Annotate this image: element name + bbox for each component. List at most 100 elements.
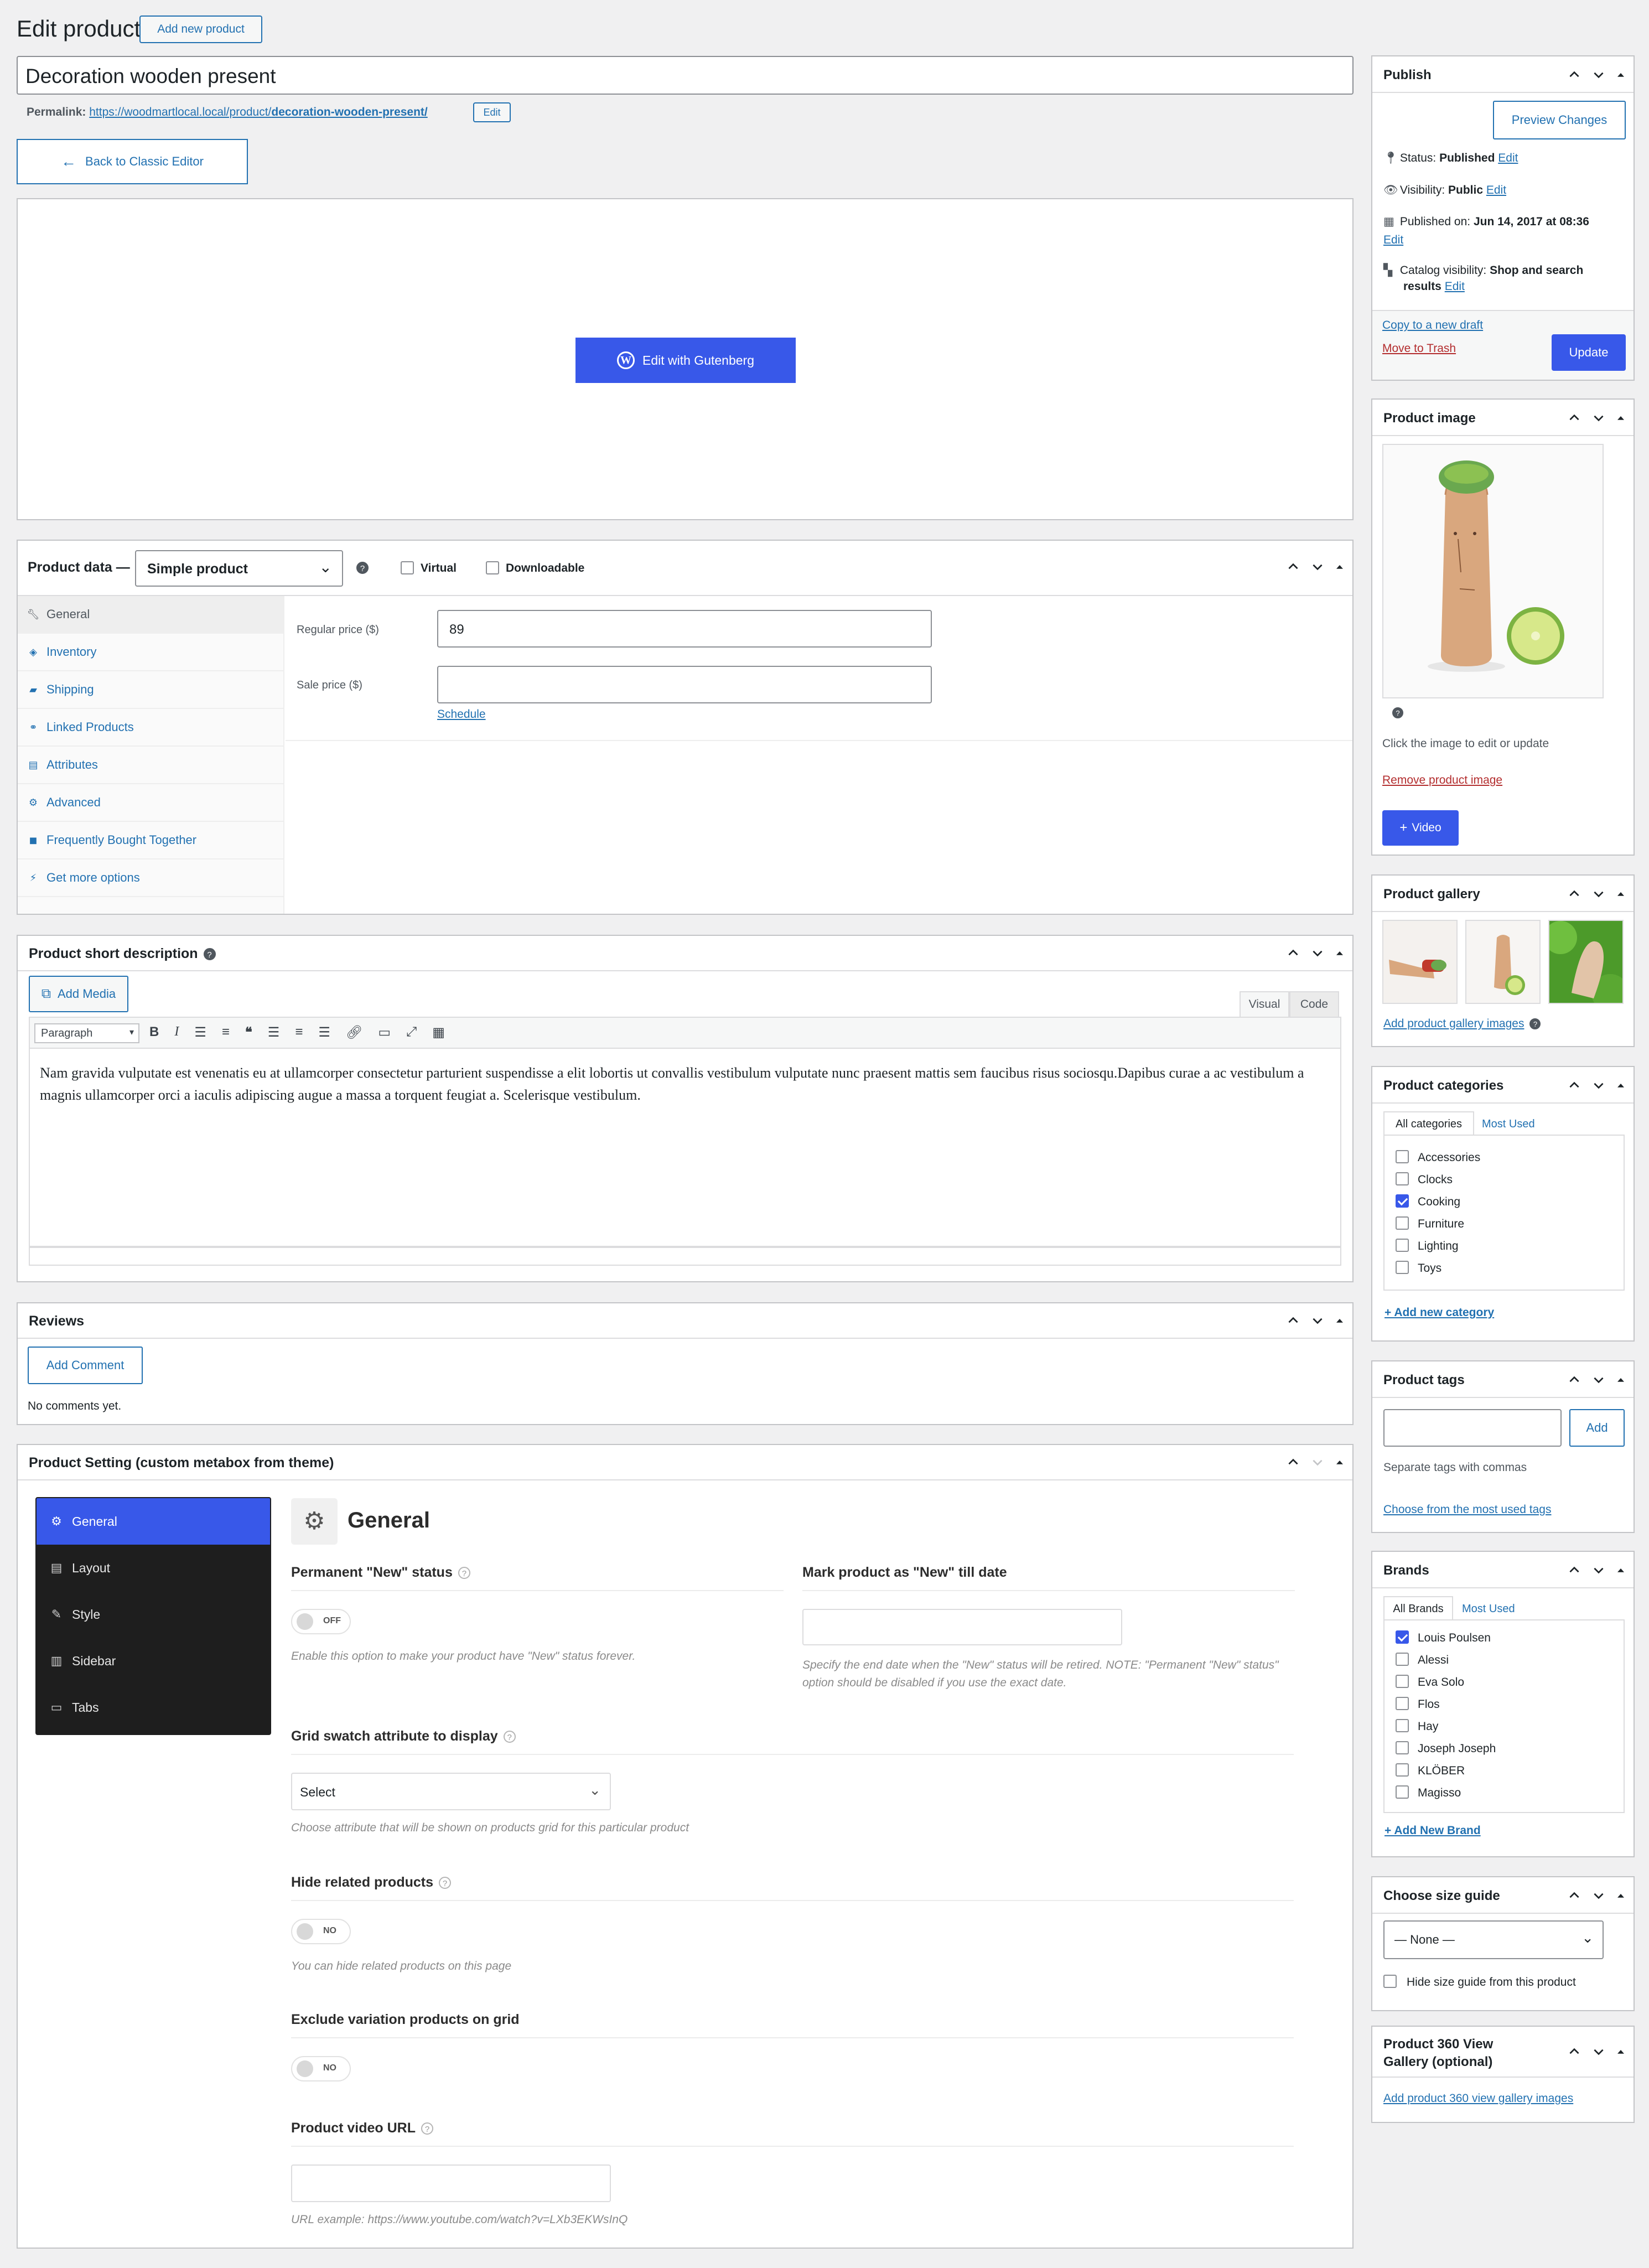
quote-icon[interactable]: ❝ bbox=[245, 1024, 252, 1040]
exclude-variation-toggle[interactable]: NO bbox=[291, 2056, 351, 2081]
back-to-classic-editor-button[interactable]: ← Back to Classic Editor bbox=[17, 139, 248, 184]
tab-all-categories[interactable]: All categories bbox=[1383, 1111, 1474, 1136]
help-icon[interactable]: ? bbox=[421, 2122, 434, 2135]
category-checkbox-clocks[interactable] bbox=[1396, 1172, 1409, 1185]
chevron-down-icon[interactable] bbox=[1310, 946, 1325, 960]
collapse-toggle-icon[interactable] bbox=[1335, 1457, 1345, 1467]
brand-checkbox-hay[interactable] bbox=[1396, 1719, 1409, 1732]
tab-visual[interactable]: Visual bbox=[1240, 991, 1289, 1017]
remove-image-link[interactable]: Remove product image bbox=[1382, 774, 1502, 787]
product-type-select[interactable]: Simple product ⌄ bbox=[135, 550, 343, 587]
numbered-list-icon[interactable]: ≡ bbox=[222, 1024, 230, 1040]
chevron-up-icon[interactable] bbox=[1567, 411, 1581, 425]
copy-to-draft-link[interactable]: Copy to a new draft bbox=[1382, 319, 1483, 332]
chevron-up-icon[interactable] bbox=[1567, 1888, 1581, 1903]
help-icon[interactable]: ? bbox=[1529, 1018, 1541, 1030]
chevron-down-icon[interactable] bbox=[1591, 68, 1606, 82]
update-button[interactable]: Update bbox=[1552, 334, 1626, 371]
chevron-up-icon[interactable] bbox=[1567, 2044, 1581, 2059]
tab-shipping[interactable]: ▰ Shipping bbox=[18, 671, 284, 709]
edit-with-gutenberg-button[interactable]: W Edit with Gutenberg bbox=[575, 338, 796, 383]
help-icon[interactable]: ? bbox=[1392, 707, 1403, 718]
collapse-toggle-icon[interactable] bbox=[1616, 1891, 1626, 1901]
category-checkbox-accessories[interactable] bbox=[1396, 1150, 1409, 1163]
visibility-edit-link[interactable]: Edit bbox=[1486, 184, 1506, 196]
help-icon[interactable]: ? bbox=[458, 1567, 470, 1580]
product-image[interactable] bbox=[1382, 444, 1604, 698]
hide-size-guide-checkbox[interactable] bbox=[1383, 1975, 1397, 1988]
chevron-up-icon[interactable] bbox=[1567, 68, 1581, 82]
tab-linked-products[interactable]: ⚭ Linked Products bbox=[18, 709, 284, 747]
help-icon[interactable]: ? bbox=[439, 1877, 451, 1889]
settings-nav-style[interactable]: ✎ Style bbox=[37, 1591, 270, 1638]
help-icon[interactable]: ? bbox=[356, 562, 369, 574]
tab-general[interactable]: 🔧︎ General bbox=[18, 596, 284, 634]
chevron-down-icon[interactable] bbox=[1591, 1078, 1606, 1092]
tab-code[interactable]: Code bbox=[1289, 991, 1339, 1017]
tag-input[interactable] bbox=[1383, 1409, 1562, 1447]
collapse-toggle-icon[interactable] bbox=[1335, 948, 1345, 958]
choose-most-used-tags-link[interactable]: Choose from the most used tags bbox=[1383, 1503, 1552, 1516]
collapse-toggle-icon[interactable] bbox=[1616, 70, 1626, 80]
settings-nav-layout[interactable]: ▤ Layout bbox=[37, 1545, 270, 1591]
collapse-toggle-icon[interactable] bbox=[1616, 413, 1626, 423]
permalink-edit-button[interactable]: Edit bbox=[473, 102, 511, 122]
category-checkbox-lighting[interactable] bbox=[1396, 1239, 1409, 1252]
collapse-toggle-icon[interactable] bbox=[1616, 1375, 1626, 1385]
video-url-input[interactable] bbox=[291, 2165, 611, 2202]
collapse-toggle-icon[interactable] bbox=[1616, 2047, 1626, 2057]
tab-inventory[interactable]: ◈ Inventory bbox=[18, 634, 284, 671]
help-icon[interactable]: ? bbox=[503, 1731, 516, 1743]
settings-nav-tabs[interactable]: ▭ Tabs bbox=[37, 1684, 270, 1731]
tab-attributes[interactable]: ▤ Attributes bbox=[18, 747, 284, 784]
chevron-up-icon[interactable] bbox=[1567, 1563, 1581, 1577]
brand-checkbox-alessi[interactable] bbox=[1396, 1653, 1409, 1666]
read-more-icon[interactable]: ▭ bbox=[378, 1024, 391, 1040]
collapse-toggle-icon[interactable] bbox=[1335, 1316, 1345, 1325]
add-media-button[interactable]: ⧉ Add Media bbox=[29, 976, 128, 1012]
brand-checkbox-joseph-joseph[interactable] bbox=[1396, 1741, 1409, 1754]
collapse-toggle-icon[interactable] bbox=[1616, 1565, 1626, 1575]
tab-all-brands[interactable]: All Brands bbox=[1383, 1596, 1453, 1620]
preview-changes-button[interactable]: Preview Changes bbox=[1493, 101, 1626, 139]
format-select[interactable]: Paragraph ▾ bbox=[34, 1023, 139, 1043]
brand-checkbox-louis-poulsen[interactable] bbox=[1396, 1630, 1409, 1644]
chevron-up-icon[interactable] bbox=[1286, 946, 1300, 960]
regular-price-input[interactable]: 89 bbox=[437, 610, 932, 648]
chevron-up-icon[interactable] bbox=[1567, 1373, 1581, 1387]
add-new-brand-link[interactable]: + Add New Brand bbox=[1384, 1824, 1481, 1837]
new-status-toggle[interactable]: OFF bbox=[291, 1609, 351, 1634]
gallery-thumb[interactable] bbox=[1465, 920, 1541, 1004]
chevron-down-icon[interactable] bbox=[1591, 411, 1606, 425]
hide-related-toggle[interactable]: NO bbox=[291, 1919, 351, 1944]
collapse-toggle-icon[interactable] bbox=[1616, 889, 1626, 899]
sale-price-input[interactable] bbox=[437, 666, 932, 703]
new-till-date-input[interactable] bbox=[802, 1609, 1122, 1645]
product-title-input[interactable]: Decoration wooden present bbox=[17, 56, 1354, 95]
brand-checkbox-eva-solo[interactable] bbox=[1396, 1675, 1409, 1688]
add-comment-button[interactable]: Add Comment bbox=[28, 1347, 143, 1384]
brand-checkbox-magisso[interactable] bbox=[1396, 1785, 1409, 1799]
tab-advanced[interactable]: ⚙ Advanced bbox=[18, 784, 284, 822]
category-checkbox-toys[interactable] bbox=[1396, 1261, 1409, 1274]
fullscreen-icon[interactable]: ⤢ bbox=[406, 1024, 417, 1040]
category-checkbox-cooking[interactable] bbox=[1396, 1194, 1409, 1208]
chevron-down-icon[interactable] bbox=[1591, 1888, 1606, 1903]
video-button[interactable]: + Video bbox=[1382, 810, 1459, 846]
category-checkbox-furniture[interactable] bbox=[1396, 1216, 1409, 1230]
brand-checkbox-klober[interactable] bbox=[1396, 1763, 1409, 1777]
tab-frequently-bought-together[interactable]: ◼ Frequently Bought Together bbox=[18, 822, 284, 859]
help-icon[interactable]: ? bbox=[203, 948, 216, 961]
tab-most-used-categories[interactable]: Most Used bbox=[1482, 1118, 1535, 1131]
collapse-toggle-icon[interactable] bbox=[1335, 562, 1345, 572]
chevron-down-icon[interactable] bbox=[1591, 887, 1606, 901]
tab-most-used-brands[interactable]: Most Used bbox=[1462, 1603, 1515, 1615]
virtual-checkbox[interactable] bbox=[401, 561, 414, 574]
add-tag-button[interactable]: Add bbox=[1569, 1409, 1625, 1447]
align-center-icon[interactable]: ≡ bbox=[295, 1024, 303, 1040]
chevron-up-icon[interactable] bbox=[1567, 887, 1581, 901]
link-icon[interactable]: 🔗︎ bbox=[346, 1024, 362, 1040]
toolbar-toggle-icon[interactable]: ▦ bbox=[432, 1024, 445, 1040]
gallery-thumb[interactable] bbox=[1382, 920, 1458, 1004]
size-guide-select[interactable]: — None — ⌄ bbox=[1383, 1920, 1604, 1959]
